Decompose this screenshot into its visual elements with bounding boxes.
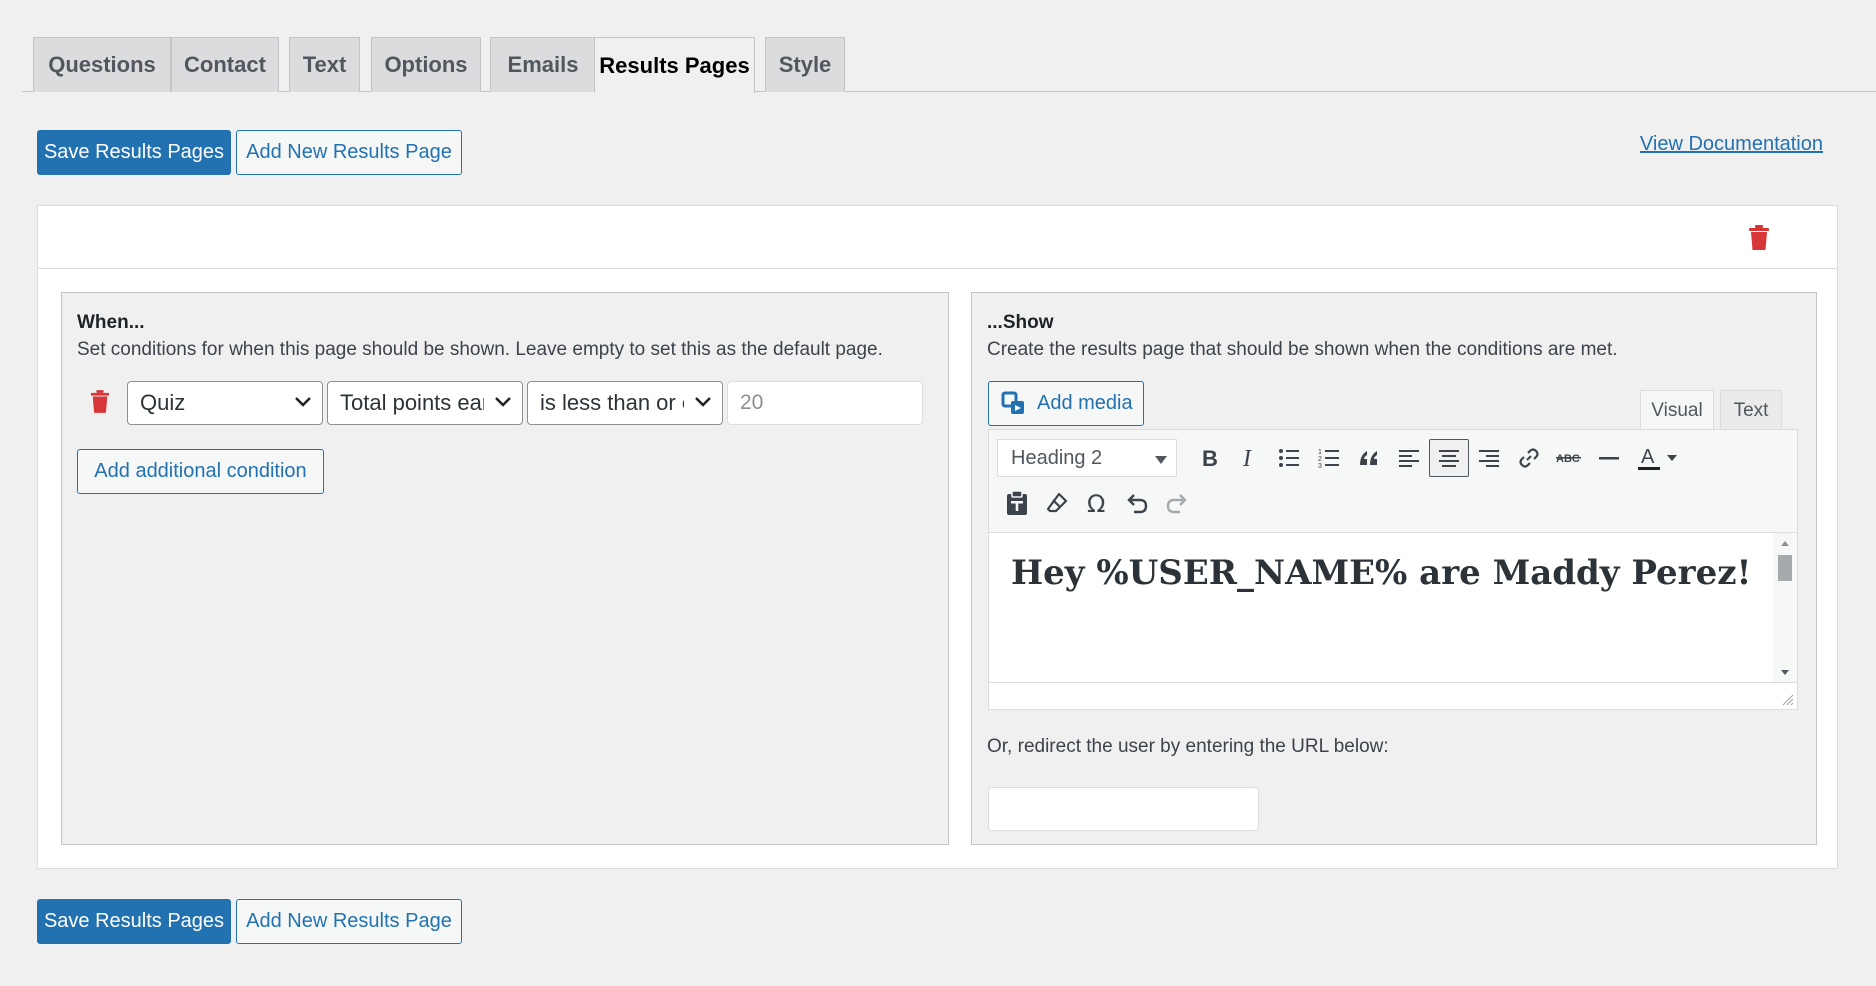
chevron-down-icon	[295, 397, 311, 407]
numbered-list-icon[interactable]: 123	[1309, 439, 1349, 477]
condition-metric-value: Total points earned	[340, 390, 484, 415]
add-additional-condition-button[interactable]: Add additional condition	[77, 449, 324, 494]
condition-category-select[interactable]: Quiz	[127, 381, 323, 425]
scroll-up-icon[interactable]	[1780, 539, 1790, 547]
tab-style[interactable]: Style	[765, 37, 845, 92]
bold-icon[interactable]: B	[1189, 439, 1229, 477]
svg-text:I: I	[1242, 447, 1252, 469]
clear-formatting-icon[interactable]	[1037, 484, 1077, 522]
tab-options[interactable]: Options	[371, 37, 481, 92]
show-panel: ...Show Create the results page that sho…	[971, 292, 1817, 845]
editor-statusbar	[989, 682, 1797, 709]
editor-tab-visual[interactable]: Visual	[1640, 390, 1714, 430]
add-media-label: Add media	[1037, 392, 1133, 414]
svg-text:ABC: ABC	[1556, 453, 1580, 465]
align-center-icon[interactable]	[1429, 439, 1469, 477]
align-left-icon[interactable]	[1389, 439, 1429, 477]
tab-emails[interactable]: Emails	[490, 37, 596, 92]
tab-questions[interactable]: Questions	[33, 37, 171, 92]
condition-operator-select[interactable]: is less than or equal to	[527, 381, 723, 425]
svg-text:1: 1	[1318, 449, 1322, 456]
show-title: ...Show	[987, 312, 1054, 333]
condition-category-value: Quiz	[140, 390, 186, 415]
rich-text-editor: Heading 2 B I 123 ABC A Ω Hey %USER_NAME…	[988, 429, 1798, 710]
view-documentation-link[interactable]: View Documentation	[1640, 133, 1823, 156]
align-right-icon[interactable]	[1469, 439, 1509, 477]
svg-text:Ω: Ω	[1087, 491, 1105, 515]
tab-results-pages[interactable]: Results Pages	[594, 37, 755, 93]
condition-metric-select[interactable]: Total points earned	[327, 381, 523, 425]
editor-content[interactable]: Hey %USER_NAME% are Maddy Perez!	[989, 533, 1773, 683]
format-select[interactable]: Heading 2	[997, 439, 1177, 477]
when-description: Set conditions for when this page should…	[77, 339, 883, 360]
tab-contact[interactable]: Contact	[171, 37, 279, 92]
trash-icon[interactable]	[1748, 225, 1770, 256]
scroll-down-icon[interactable]	[1780, 669, 1790, 677]
link-icon[interactable]	[1509, 439, 1549, 477]
italic-icon[interactable]: I	[1229, 439, 1269, 477]
condition-value-input[interactable]: 20	[727, 381, 923, 425]
condition-delete-icon[interactable]	[90, 390, 110, 419]
svg-text:B: B	[1202, 447, 1218, 469]
show-description: Create the results page that should be s…	[987, 339, 1618, 360]
strikethrough-icon[interactable]: ABC	[1549, 439, 1589, 477]
add-new-results-page-button[interactable]: Add New Results Page	[236, 130, 462, 175]
special-character-icon[interactable]: Ω	[1077, 484, 1117, 522]
redirect-label: Or, redirect the user by entering the UR…	[987, 736, 1389, 757]
add-new-results-page-button-bottom[interactable]: Add New Results Page	[236, 899, 462, 944]
add-media-button[interactable]: Add media	[988, 381, 1144, 426]
editor-scrollbar[interactable]	[1773, 533, 1797, 683]
chevron-down-icon	[495, 397, 511, 407]
blockquote-icon[interactable]	[1349, 439, 1389, 477]
save-results-pages-button[interactable]: Save Results Pages	[37, 130, 231, 175]
svg-text:A: A	[1641, 446, 1655, 468]
svg-text:2: 2	[1318, 456, 1322, 463]
media-icon	[1001, 391, 1024, 414]
when-panel: When... Set conditions for when this pag…	[61, 292, 949, 845]
condition-operator-value: is less than or equal to	[540, 390, 684, 415]
undo-icon[interactable]	[1117, 484, 1157, 522]
text-color-caret-icon[interactable]	[1661, 439, 1683, 477]
nav-tabs: Questions Contact Text Options Emails Re…	[22, 37, 1876, 93]
results-page-card: When... Set conditions for when this pag…	[37, 205, 1838, 869]
save-results-pages-button-bottom[interactable]: Save Results Pages	[37, 899, 231, 944]
card-header	[38, 206, 1837, 269]
chevron-down-icon	[695, 397, 711, 407]
when-title: When...	[77, 312, 145, 333]
redo-icon[interactable]	[1157, 484, 1197, 522]
paste-text-icon[interactable]	[997, 484, 1037, 522]
bullet-list-icon[interactable]	[1269, 439, 1309, 477]
content-heading: Hey %USER_NAME% are Maddy Perez!	[1011, 553, 1752, 593]
format-select-value: Heading 2	[1011, 446, 1103, 469]
caret-down-icon	[1155, 456, 1167, 464]
svg-text:3: 3	[1318, 463, 1322, 468]
editor-toolbar: Heading 2 B I 123 ABC A Ω	[989, 430, 1797, 533]
scroll-thumb[interactable]	[1778, 555, 1792, 581]
tab-text[interactable]: Text	[289, 37, 360, 92]
resize-handle-icon[interactable]	[1780, 692, 1794, 706]
editor-tab-text[interactable]: Text	[1720, 390, 1782, 430]
horizontal-line-icon[interactable]	[1589, 439, 1629, 477]
redirect-url-input[interactable]	[988, 787, 1259, 831]
